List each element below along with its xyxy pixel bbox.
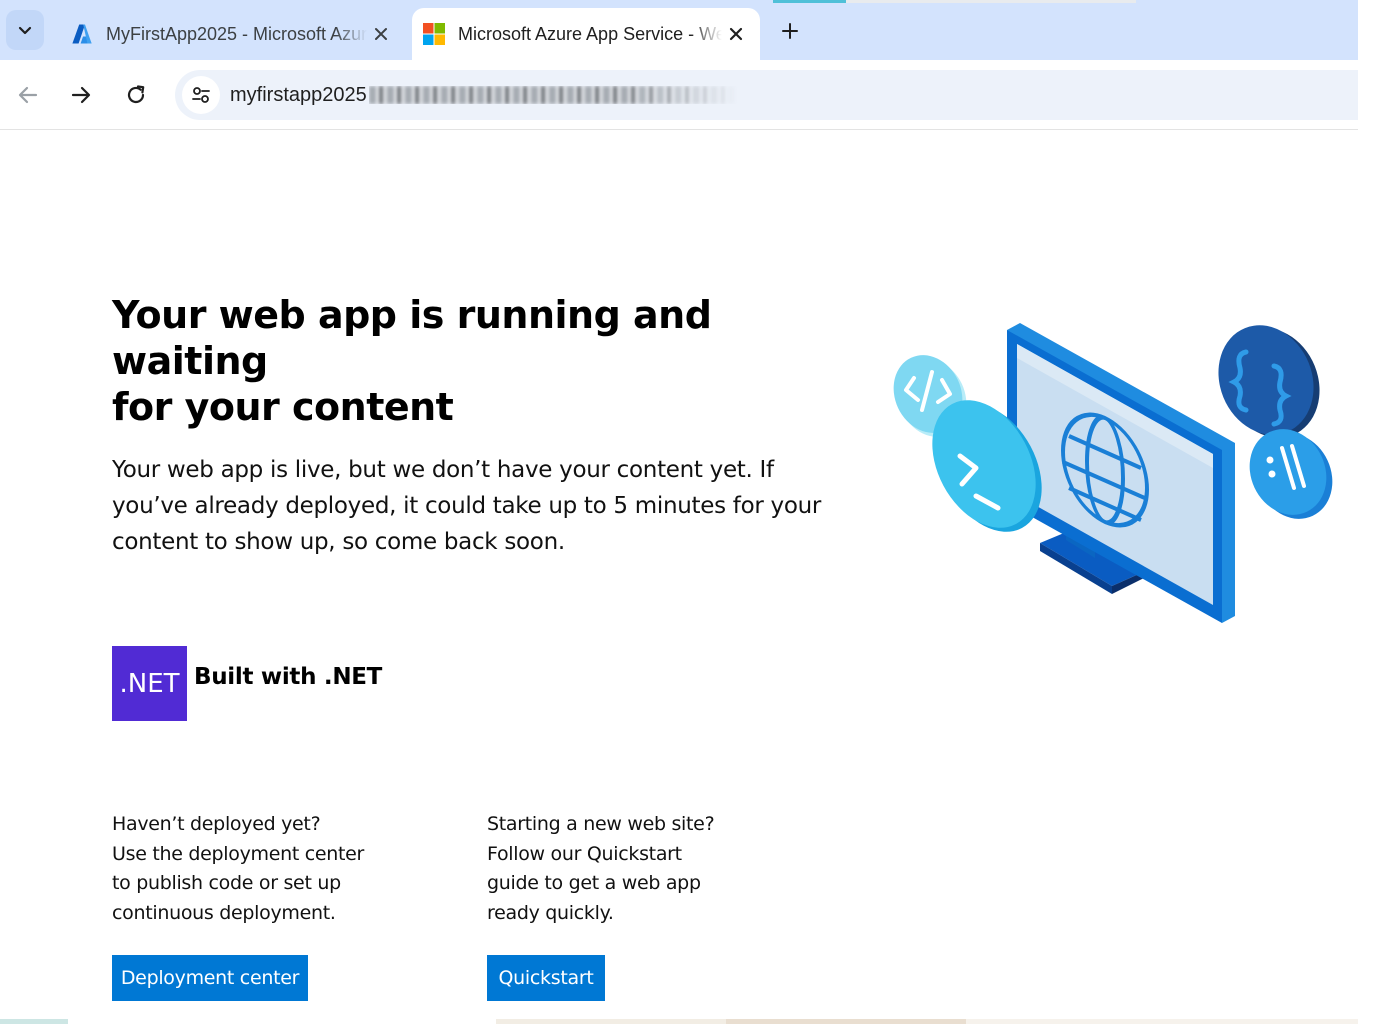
deployment-info: Haven’t deployed yet? Use the deployment… — [112, 810, 392, 928]
page-title-line1: Your web app is running and waiting — [112, 293, 712, 383]
arrow-right-icon — [71, 86, 91, 104]
quickstart-text-line: Follow our Quickstart — [487, 842, 682, 865]
azure-logo-icon — [72, 24, 92, 44]
redacted-url — [368, 86, 739, 104]
microsoft-logo-icon — [423, 23, 445, 45]
tab-app-service[interactable]: Microsoft Azure App Service - Welcome — [412, 8, 760, 60]
deployment-text-line: Haven’t deployed yet? — [112, 813, 321, 835]
tab-title: Microsoft Azure App Service - Welcome — [458, 23, 722, 44]
tune-icon — [192, 87, 210, 103]
reload-button[interactable] — [118, 77, 154, 113]
window-edge — [1358, 0, 1386, 1024]
browser-chrome: MyFirstApp2025 - Microsoft Azure Microso… — [0, 0, 1358, 130]
site-info-button[interactable] — [182, 76, 220, 114]
arrow-left-icon — [18, 86, 38, 104]
close-tab-button[interactable] — [722, 20, 750, 48]
tab-azure-portal[interactable]: MyFirstApp2025 - Microsoft Azure — [60, 8, 405, 60]
quickstart-button[interactable]: Quickstart — [487, 955, 605, 1001]
close-icon — [729, 27, 743, 41]
deployment-text-line: to publish code or set up — [112, 872, 341, 894]
quickstart-text-line: Starting a new web site? — [487, 813, 715, 835]
dotnet-logo: .NET — [112, 646, 187, 721]
tab-loading-indicator — [773, 0, 846, 3]
quickstart-info: Starting a new web site? Follow our Quic… — [487, 810, 767, 928]
reload-icon — [127, 85, 145, 104]
back-button[interactable] — [10, 77, 46, 113]
close-icon — [375, 28, 387, 40]
close-tab-button[interactable] — [367, 20, 395, 48]
braces-icon — [1218, 325, 1320, 438]
intro-text: Your web app is live, but we don’t have … — [112, 457, 822, 555]
quickstart-text-line: guide to get a web app — [487, 872, 701, 894]
chevron-down-icon — [18, 26, 32, 35]
deployment-text-line: continuous deployment. — [112, 901, 336, 924]
address-bar[interactable]: myfirstapp2025 — [175, 70, 1358, 120]
tab-strip-edge — [846, 0, 1136, 3]
regex-icon — [1249, 429, 1333, 519]
new-tab-button[interactable] — [773, 14, 807, 48]
url-text: myfirstapp2025 — [230, 83, 367, 106]
tab-search-button[interactable] — [6, 10, 44, 50]
deployment-text-line: Use the deployment center — [112, 842, 365, 865]
browser-toolbar: myfirstapp2025 — [0, 60, 1358, 130]
page-title: Your web app is running and waiting for … — [112, 292, 812, 430]
tab-title: MyFirstApp2025 - Microsoft Azure — [106, 23, 367, 44]
page-title-line2: for your content — [112, 385, 454, 429]
plus-icon — [782, 23, 798, 39]
tab-strip: MyFirstApp2025 - Microsoft Azure Microso… — [0, 0, 1358, 60]
built-with-label: Built with .NET — [194, 664, 383, 690]
taskbar-peek — [0, 1019, 1358, 1024]
web-app-illustration — [893, 323, 1333, 623]
forward-button[interactable] — [63, 77, 99, 113]
quickstart-text-line: ready quickly. — [487, 901, 614, 924]
deployment-center-button[interactable]: Deployment center — [112, 955, 308, 1001]
